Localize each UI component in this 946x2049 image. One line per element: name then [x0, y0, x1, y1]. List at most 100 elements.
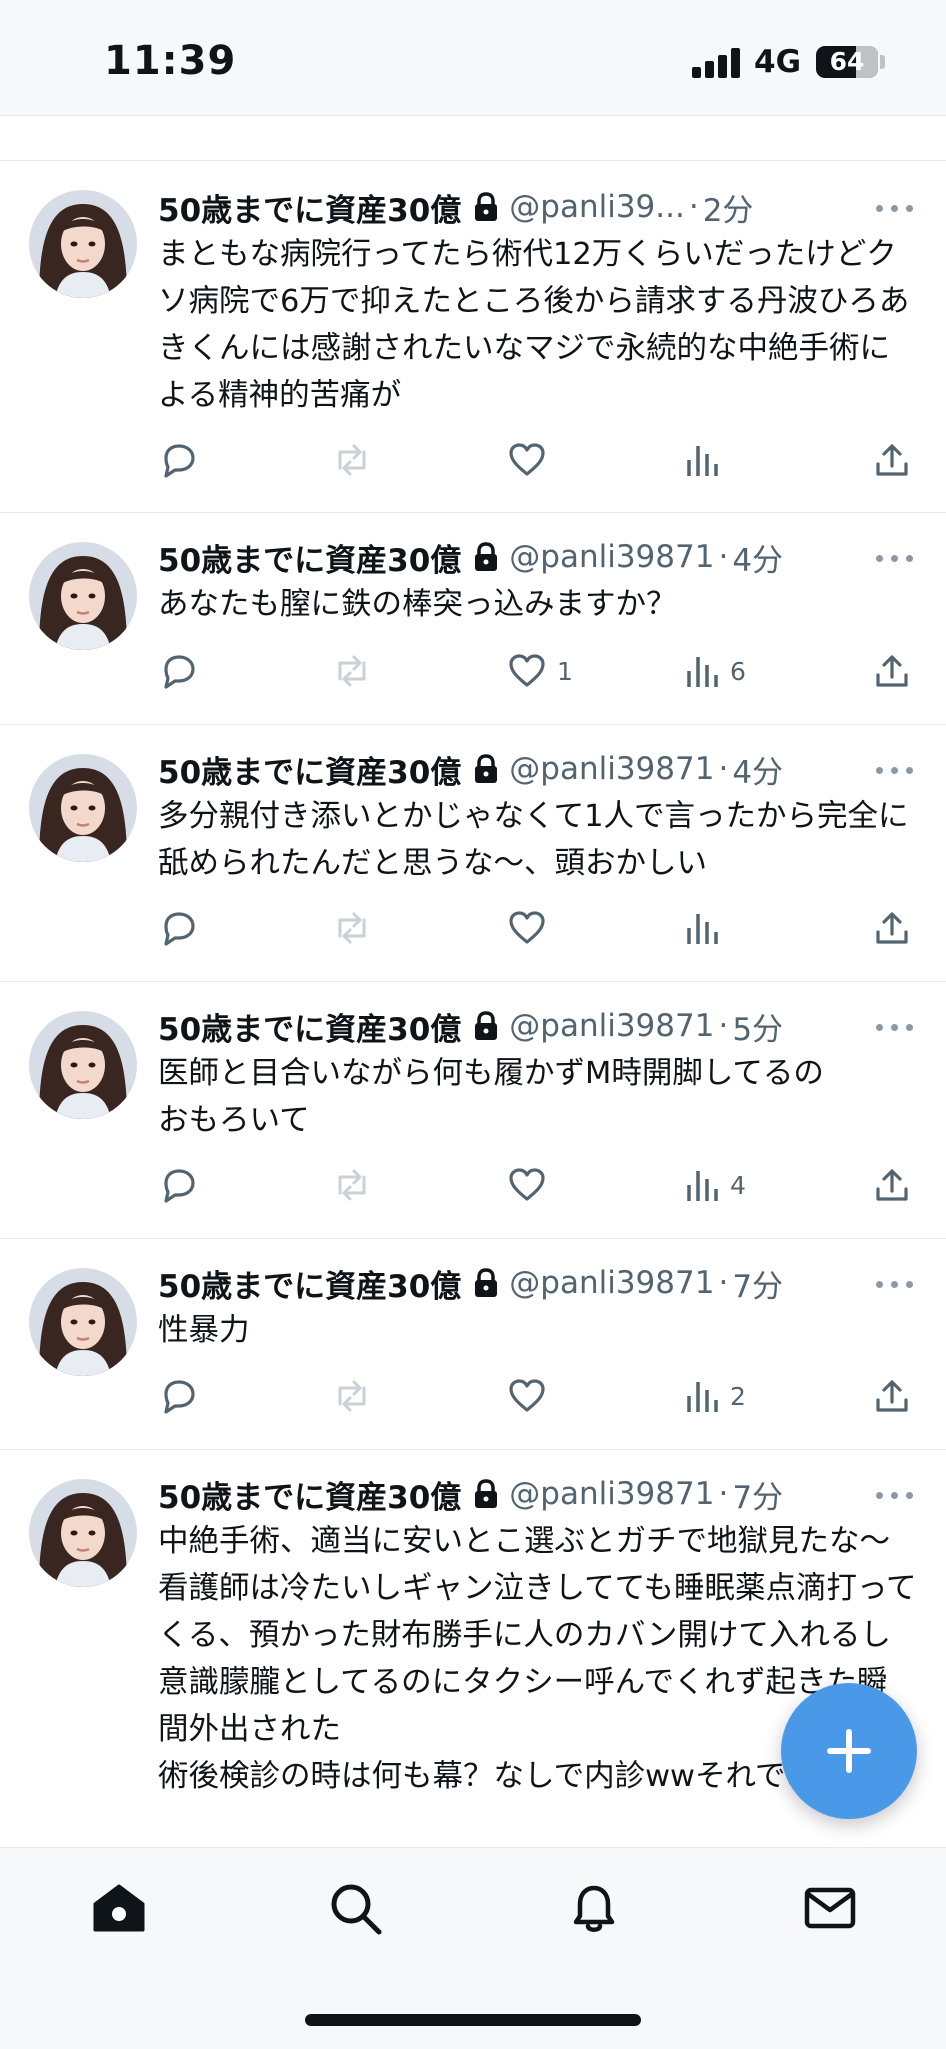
- retweet-button[interactable]: [330, 1163, 374, 1207]
- reply-button[interactable]: [158, 438, 198, 482]
- display-name[interactable]: 50歳までに資産30億: [158, 1472, 461, 1517]
- share-icon: [872, 1376, 912, 1416]
- more-options-icon[interactable]: [876, 552, 916, 564]
- tweet-time[interactable]: 2分: [703, 185, 754, 230]
- share-icon: [872, 440, 912, 480]
- display-name[interactable]: 50歳までに資産30億: [158, 1261, 461, 1306]
- tweet[interactable]: 50歳までに資産30億 @panli39... · 2分 まともな病院行ってたら…: [0, 161, 946, 513]
- share-button[interactable]: [872, 438, 912, 482]
- share-button[interactable]: [872, 1163, 912, 1207]
- tweet-text: あなたも膣に鉄の棒突っ込みますか？: [158, 587, 677, 622]
- reply-button[interactable]: [158, 1374, 198, 1418]
- home-icon[interactable]: [89, 1878, 149, 1938]
- avatar[interactable]: [29, 754, 137, 862]
- search-icon[interactable]: [325, 1878, 385, 1938]
- network-type: 4G: [754, 44, 802, 80]
- reply-button[interactable]: [158, 1163, 198, 1207]
- share-icon: [872, 651, 912, 691]
- retweet-button[interactable]: [330, 649, 374, 693]
- like-button[interactable]: 1: [507, 649, 573, 693]
- retweet-icon: [330, 1165, 374, 1205]
- display-name[interactable]: 50歳までに資産30億: [158, 185, 461, 230]
- views-icon: [684, 651, 720, 691]
- retweet-icon: [330, 651, 374, 691]
- avatar[interactable]: [29, 542, 137, 650]
- tweet-time[interactable]: 7分: [732, 1472, 783, 1517]
- display-name[interactable]: 50歳までに資産30億: [158, 747, 461, 792]
- views-button[interactable]: [684, 906, 720, 950]
- views-icon: [684, 1165, 720, 1205]
- lock-icon: [473, 1479, 499, 1509]
- retweet-icon: [330, 440, 374, 480]
- more-options-icon[interactable]: [876, 1489, 916, 1501]
- reply-icon: [158, 1376, 198, 1416]
- more-options-icon[interactable]: [876, 764, 916, 776]
- display-name[interactable]: 50歳までに資産30億: [158, 1004, 461, 1049]
- avatar[interactable]: [29, 1268, 137, 1376]
- user-handle[interactable]: @panli39871: [509, 751, 714, 787]
- retweet-button[interactable]: [330, 906, 374, 950]
- avatar[interactable]: [29, 1479, 137, 1587]
- tweet-text: 医師と目合いながら何も履かずM時開脚してるの おもろいて: [158, 1056, 824, 1138]
- tweet-text: まともな病院行ってたら術代12万くらいだったけどクソ病院で6万で抑えたところ後か…: [158, 237, 910, 413]
- share-button[interactable]: [872, 1374, 912, 1418]
- battery-tip: [880, 55, 885, 69]
- retweet-button[interactable]: [330, 1374, 374, 1418]
- views-button[interactable]: [684, 438, 720, 482]
- like-button[interactable]: [507, 906, 547, 950]
- separator-dot: ·: [688, 189, 699, 225]
- tweet-actions: 2: [0, 1374, 946, 1418]
- mail-icon[interactable]: [800, 1878, 860, 1938]
- more-options-icon[interactable]: [876, 1278, 916, 1290]
- tweet-time[interactable]: 4分: [732, 535, 783, 580]
- reply-button[interactable]: [158, 906, 198, 950]
- tweet-time[interactable]: 7分: [732, 1261, 783, 1306]
- share-button[interactable]: [872, 906, 912, 950]
- lock-icon: [473, 192, 499, 222]
- user-handle[interactable]: @panli39...: [509, 189, 685, 225]
- like-button[interactable]: [507, 438, 547, 482]
- like-button[interactable]: [507, 1163, 547, 1207]
- tweet[interactable]: 50歳までに資産30億 @panli39871 · 4分 あなたも膣に鉄の棒突っ…: [0, 513, 946, 725]
- heart-icon: [507, 440, 547, 480]
- user-handle[interactable]: @panli39871: [509, 539, 714, 575]
- reply-button[interactable]: [158, 649, 198, 693]
- retweet-button[interactable]: [330, 438, 374, 482]
- more-options-icon[interactable]: [876, 202, 916, 214]
- bell-icon[interactable]: [564, 1878, 624, 1938]
- lock-icon: [473, 754, 499, 784]
- views-button[interactable]: 2: [684, 1374, 746, 1418]
- share-button[interactable]: [872, 649, 912, 693]
- separator-dot: ·: [718, 1265, 729, 1301]
- views-button[interactable]: 4: [684, 1163, 746, 1207]
- tweet-time[interactable]: 5分: [732, 1004, 783, 1049]
- avatar[interactable]: [29, 1011, 137, 1119]
- tweet[interactable]: 50歳までに資産30億 @panli39871 · 4分 多分親付き添いとかじゃ…: [0, 725, 946, 982]
- like-button[interactable]: [507, 1374, 547, 1418]
- reply-icon: [158, 908, 198, 948]
- like-count: 1: [557, 656, 573, 686]
- display-name[interactable]: 50歳までに資産30億: [158, 535, 461, 580]
- tweet[interactable]: 50歳までに資産30億 @panli39871 · 5分 医師と目合いながら何も…: [0, 982, 946, 1239]
- heart-icon: [507, 1376, 547, 1416]
- views-button[interactable]: 6: [684, 649, 746, 693]
- user-handle[interactable]: @panli39871: [509, 1008, 714, 1044]
- compose-button[interactable]: [781, 1683, 917, 1819]
- user-handle[interactable]: @panli39871: [509, 1476, 714, 1512]
- separator-dot: ·: [718, 751, 729, 787]
- reply-icon: [158, 1165, 198, 1205]
- signal-icon: [692, 48, 740, 78]
- tweet-time[interactable]: 4分: [732, 747, 783, 792]
- more-options-icon[interactable]: [876, 1021, 916, 1033]
- tweet[interactable]: 50歳までに資産30億 @panli39871 · 7分 性暴力 2: [0, 1239, 946, 1450]
- home-indicator[interactable]: [305, 2014, 641, 2026]
- heart-icon: [507, 651, 547, 691]
- views-icon: [684, 908, 720, 948]
- lock-icon: [473, 1011, 499, 1041]
- separator-dot: ·: [718, 539, 729, 575]
- status-time: 11:39: [104, 38, 237, 84]
- reply-icon: [158, 651, 198, 691]
- user-handle[interactable]: @panli39871: [509, 1265, 714, 1301]
- avatar[interactable]: [29, 190, 137, 298]
- retweet-icon: [330, 1376, 374, 1416]
